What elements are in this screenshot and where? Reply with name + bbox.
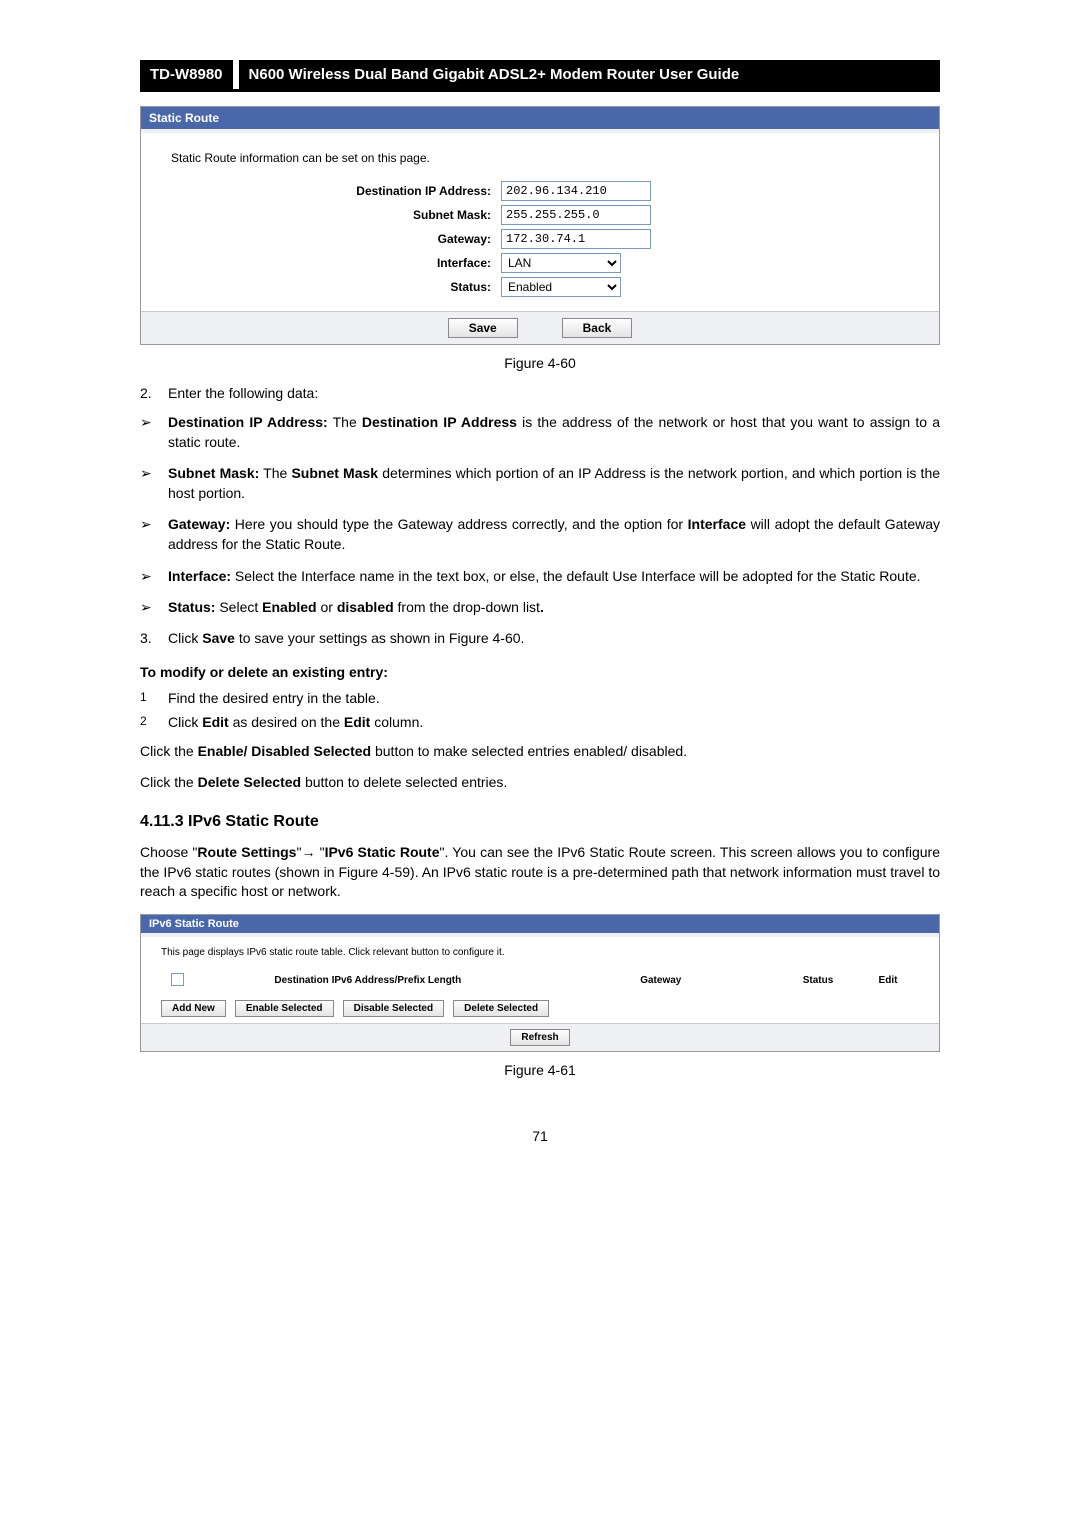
panel-title: Static Route [141, 107, 939, 129]
figure-caption-60: Figure 4-60 [140, 355, 940, 371]
page-number: 71 [140, 1128, 940, 1144]
static-route-panel: Static Route Static Route information ca… [140, 106, 940, 345]
dest-ip-input[interactable] [501, 181, 651, 201]
delete-selected-button[interactable]: Delete Selected [453, 1000, 549, 1017]
arrow-icon: ➢ [140, 598, 168, 618]
section-heading: 4.11.3 IPv6 Static Route [140, 813, 940, 831]
dest-ip-label: Destination IP Address: [171, 184, 501, 198]
list-text: Find the desired entry in the table. [168, 690, 940, 706]
delete-selected-para: Click the Delete Selected button to dele… [140, 773, 940, 793]
modify-heading: To modify or delete an existing entry: [140, 664, 940, 680]
arrow-icon: ➢ [140, 567, 168, 587]
col-status: Status [778, 975, 858, 986]
section-para: Choose "Route Settings"→ "IPv6 Static Ro… [140, 843, 940, 902]
interface-select[interactable]: LAN [501, 253, 621, 273]
col-dest: Destination IPv6 Address/Prefix Length [192, 975, 544, 986]
disable-selected-button[interactable]: Disable Selected [343, 1000, 444, 1017]
col-gateway: Gateway [544, 975, 778, 986]
gateway-label: Gateway: [171, 232, 501, 246]
bullet-interface: ➢ Interface: Select the Interface name i… [140, 567, 940, 587]
step-text: Enter the following data: [168, 385, 940, 401]
list-number: 1 [140, 690, 168, 706]
interface-label: Interface: [171, 256, 501, 270]
select-all-checkbox[interactable] [171, 973, 184, 986]
save-button[interactable]: Save [448, 318, 518, 338]
ipv6-static-route-panel: IPv6 Static Route This page displays IPv… [140, 914, 940, 1052]
arrow-icon: ➢ [140, 464, 168, 503]
status-select[interactable]: Enabled [501, 277, 621, 297]
table-header-row: Destination IPv6 Address/Prefix Length G… [161, 968, 919, 994]
doc-header: TD-W8980 N600 Wireless Dual Band Gigabit… [140, 60, 940, 92]
panel-desc: This page displays IPv6 static route tab… [161, 947, 919, 958]
bullet-dest-ip: ➢ Destination IP Address: The Destinatio… [140, 413, 940, 452]
bullet-subnet-mask: ➢ Subnet Mask: The Subnet Mask determine… [140, 464, 940, 503]
step-number: 2. [140, 385, 168, 401]
subnet-mask-label: Subnet Mask: [171, 208, 501, 222]
refresh-button[interactable]: Refresh [510, 1029, 569, 1046]
list-number: 2 [140, 714, 168, 730]
panel-desc: Static Route information can be set on t… [171, 151, 909, 165]
subnet-mask-input[interactable] [501, 205, 651, 225]
add-new-button[interactable]: Add New [161, 1000, 226, 1017]
arrow-icon: ➢ [140, 515, 168, 554]
enable-selected-button[interactable]: Enable Selected [235, 1000, 334, 1017]
list-text: Click Edit as desired on the Edit column… [168, 714, 940, 730]
panel-title: IPv6 Static Route [141, 915, 939, 933]
figure-caption-61: Figure 4-61 [140, 1062, 940, 1078]
doc-title: N600 Wireless Dual Band Gigabit ADSL2+ M… [239, 60, 940, 89]
back-button[interactable]: Back [562, 318, 633, 338]
step-number: 3. [140, 630, 168, 646]
model-label: TD-W8980 [140, 60, 233, 89]
status-label: Status: [171, 280, 501, 294]
step-text: Click Save to save your settings as show… [168, 630, 940, 646]
col-edit: Edit [858, 975, 918, 986]
arrow-icon: ➢ [140, 413, 168, 452]
bullet-status: ➢ Status: Select Enabled or disabled fro… [140, 598, 940, 618]
gateway-input[interactable] [501, 229, 651, 249]
enable-disable-para: Click the Enable/ Disabled Selected butt… [140, 742, 940, 762]
bullet-gateway: ➢ Gateway: Here you should type the Gate… [140, 515, 940, 554]
